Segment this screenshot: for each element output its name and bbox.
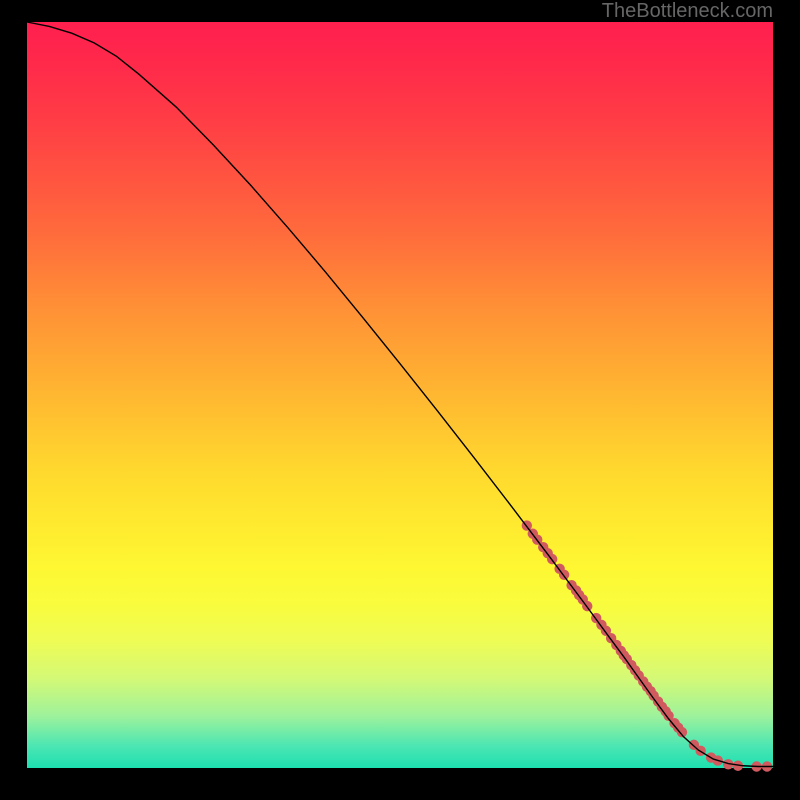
curve-series [27,22,773,767]
chart-overlay [27,22,773,768]
scatter-series [522,520,773,771]
attribution-text: TheBottleneck.com [602,0,773,23]
chart-stage: TheBottleneck.com [0,0,800,800]
